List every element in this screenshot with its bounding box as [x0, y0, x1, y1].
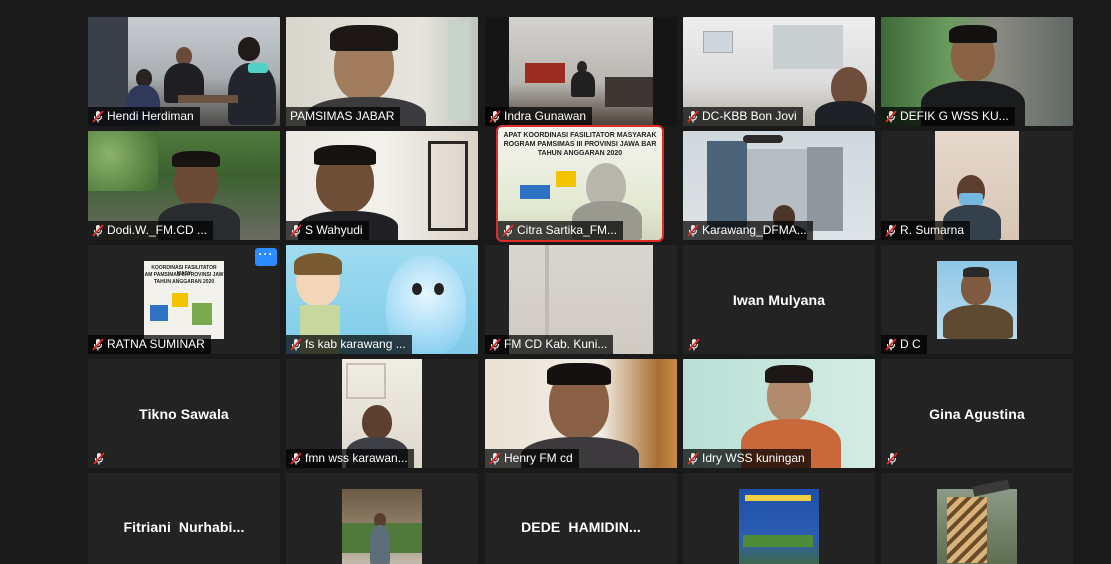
participant-tile-no-video[interactable]: Tikno Sawala	[88, 359, 280, 468]
participant-name: DC-KBB Bon Jovi	[702, 109, 797, 123]
participant-name: Karawang_DFMA...	[702, 223, 807, 237]
participant-tile[interactable]: Hendi Herdiman	[88, 17, 280, 126]
participant-name: Idry WSS kuningan	[702, 451, 805, 465]
slide-text-line: TAHUN ANGGARAN 2020	[537, 150, 623, 157]
participant-tile[interactable]: R. Sumarna	[881, 131, 1073, 240]
participant-name: Dodi.W._FM.CD ...	[107, 223, 208, 237]
participant-tile[interactable]: fmn wss karawan...	[286, 359, 478, 468]
participant-tile[interactable]: DC-KBB Bon Jovi	[683, 17, 875, 126]
participant-name-label: S Wahyudi	[286, 221, 369, 240]
mic-muted-icon	[290, 452, 302, 465]
participant-tile[interactable]: DEFIK G WSS KU...	[881, 17, 1073, 126]
participant-display-name: Fitriani Nurhabi...	[123, 519, 245, 535]
participant-name-label: Hendi Herdiman	[88, 107, 200, 126]
participant-name-label: Henry FM cd	[485, 449, 579, 468]
participant-display-name: Tikno Sawala	[139, 405, 229, 422]
mic-muted-icon	[687, 452, 699, 465]
participant-tile-no-video[interactable]: Iwan Mulyana	[683, 245, 875, 354]
participant-name: Henry FM cd	[504, 451, 573, 465]
participant-video	[683, 473, 875, 564]
participant-tile[interactable]: FM CD Kab. Kuni...	[485, 245, 677, 354]
participant-tile[interactable]: fs kab karawang ...	[286, 245, 478, 354]
participant-name-label: Idry WSS kuningan	[683, 449, 811, 468]
participant-name: D C	[900, 337, 921, 351]
participant-name-label: Indra Gunawan	[485, 107, 593, 126]
mic-muted-icon	[92, 110, 104, 123]
gallery-grid: Hendi Herdiman PAMSIMAS JABAR Indra Guna…	[88, 17, 1073, 564]
participant-name-label: fmn wss karawan...	[286, 449, 414, 468]
mic-muted-icon	[687, 224, 699, 237]
participant-name-label: Citra Sartika_FM...	[498, 221, 624, 240]
participant-name-label: R. Sumarna	[881, 221, 971, 240]
mic-muted-icon	[489, 338, 501, 351]
mic-muted-icon	[489, 110, 501, 123]
participant-tile[interactable]: Indra Gunawan	[485, 17, 677, 126]
mic-muted-icon	[688, 338, 700, 351]
participant-name: Hendi Herdiman	[107, 109, 194, 123]
participant-name-label: FM CD Kab. Kuni...	[485, 335, 614, 354]
mic-muted-icon	[92, 338, 104, 351]
slide-text-line: TAHUN ANGGARAN 2020	[153, 279, 215, 285]
participant-tile-active-speaker[interactable]: PAMSIMAS JABAR	[286, 17, 478, 126]
participant-video	[286, 473, 478, 564]
participant-name-label: PAMSIMAS JABAR	[286, 107, 401, 126]
mic-muted-icon	[502, 224, 514, 237]
mic-muted-icon	[489, 452, 501, 465]
participant-name-label: fs kab karawang ...	[286, 335, 412, 354]
mic-muted-icon	[885, 224, 897, 237]
mic-muted-icon	[885, 110, 897, 123]
participant-tile[interactable]: Dodi.W._FM.CD ...	[88, 131, 280, 240]
participant-tile[interactable]: Henry FM cd	[485, 359, 677, 468]
participant-name-label: RATNA SUMINAR	[88, 335, 211, 354]
participant-name-label: D C	[881, 335, 927, 354]
participant-name: S Wahyudi	[305, 223, 363, 237]
participant-display-name: Iwan Mulyana	[732, 291, 826, 308]
mic-muted-icon	[93, 452, 105, 465]
slide-text-line: APAT KOORDINASI FASILITATOR MASYARAK	[503, 132, 657, 139]
participant-tile[interactable]: S Wahyudi	[286, 131, 478, 240]
mic-muted-icon	[290, 224, 302, 237]
participant-tile-pinned[interactable]: APAT KOORDINASI FASILITATOR MASYARAK ROG…	[496, 125, 664, 242]
participant-tile-no-video[interactable]: Fitriani Nurhabi...	[88, 473, 280, 564]
more-options-button[interactable]: ···	[255, 248, 277, 266]
participant-name-label: Karawang_DFMA...	[683, 221, 813, 240]
participant-name: PAMSIMAS JABAR	[290, 109, 395, 123]
participant-name: DEFIK G WSS KU...	[900, 109, 1009, 123]
participant-display-name: Gina Agustina	[929, 405, 1025, 422]
participant-name-label: DC-KBB Bon Jovi	[683, 107, 803, 126]
participant-tile[interactable]	[683, 473, 875, 564]
participant-tile[interactable]	[881, 473, 1073, 564]
participant-video	[881, 473, 1073, 564]
participant-name: fs kab karawang ...	[305, 337, 406, 351]
mic-muted-icon	[290, 338, 302, 351]
participant-name: FM CD Kab. Kuni...	[504, 337, 608, 351]
mic-muted-icon	[886, 452, 898, 465]
mic-muted-icon	[92, 224, 104, 237]
participant-tile[interactable]: D C	[881, 245, 1073, 354]
participant-name: Citra Sartika_FM...	[517, 223, 618, 237]
participant-name: R. Sumarna	[900, 223, 965, 237]
participant-name: fmn wss karawan...	[305, 451, 408, 465]
participant-display-name: DEDE HAMIDIN...	[521, 519, 641, 535]
participant-tile-no-video[interactable]: DEDE HAMIDIN...	[485, 473, 677, 564]
participant-name: Indra Gunawan	[504, 109, 587, 123]
slide-text-line: ROGRAM PAMSIMAS III PROVINSI JAWA BAR	[503, 141, 657, 148]
participant-name: RATNA SUMINAR	[107, 337, 205, 351]
participant-name-label: DEFIK G WSS KU...	[881, 107, 1015, 126]
mic-muted-icon	[885, 338, 897, 351]
participant-tile[interactable]	[286, 473, 478, 564]
participant-tile[interactable]: Karawang_DFMA...	[683, 131, 875, 240]
participant-tile-no-video[interactable]: Gina Agustina	[881, 359, 1073, 468]
mic-muted-icon	[687, 110, 699, 123]
participant-tile[interactable]: KOORDINASI FASILITATOR MASY AM PAMSIMAS …	[88, 245, 280, 354]
participant-tile[interactable]: Idry WSS kuningan	[683, 359, 875, 468]
participant-name-label: Dodi.W._FM.CD ...	[88, 221, 214, 240]
slide-text-line: AM PAMSIMAS III PROVINSI JAW	[144, 272, 224, 278]
